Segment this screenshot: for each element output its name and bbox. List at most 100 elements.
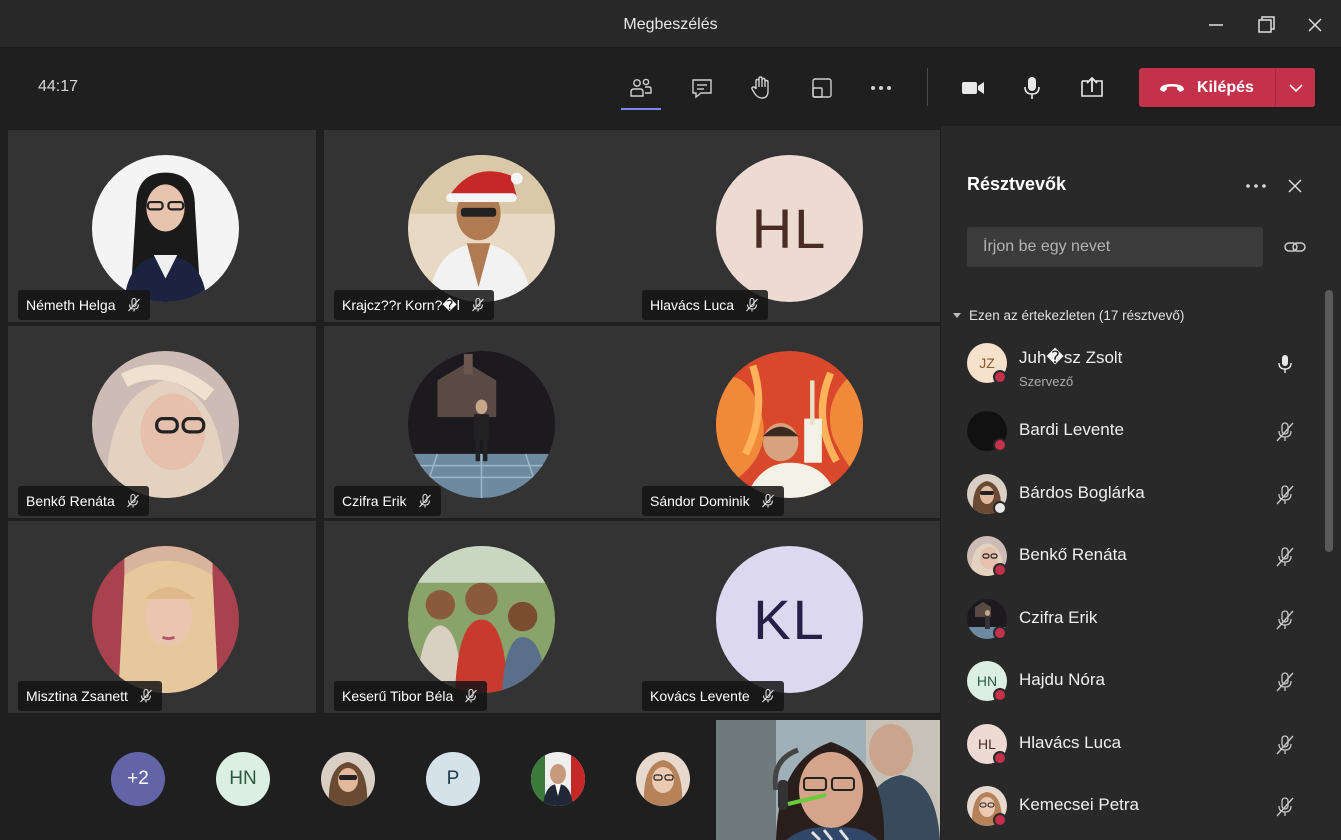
restore-icon [1258, 16, 1275, 33]
participant-tile[interactable]: Misztina Zsanett [8, 521, 316, 713]
hand-icon [751, 76, 769, 99]
participant-tile[interactable]: Krajcz??r Korn?�l [324, 130, 632, 322]
status-badge [993, 438, 1007, 452]
participant-role: Szervező [1019, 374, 1074, 389]
show-participants-button[interactable] [621, 72, 661, 110]
participant-row[interactable]: Benkő Renáta [967, 529, 1307, 579]
participant-photo [92, 155, 239, 302]
window-title: Megbeszélés [623, 16, 718, 33]
camera-button[interactable] [957, 72, 989, 104]
raise-hand-button[interactable] [745, 72, 777, 104]
panel-close-button[interactable] [1286, 177, 1304, 195]
leave-label: Kilépés [1197, 78, 1254, 96]
participant-tile[interactable]: Keserű Tibor Béla [324, 521, 632, 713]
participant-name: Hajdu Nóra [1019, 670, 1105, 689]
participant-name: Benkő Renáta [1019, 545, 1127, 564]
participant-tile[interactable]: KL Kovács Levente [632, 521, 940, 713]
mic-status [1273, 483, 1297, 507]
toolbar-divider [927, 68, 928, 106]
participant-name: Hlavács Luca [650, 297, 735, 313]
show-chat-button[interactable] [686, 72, 718, 104]
participant-row[interactable]: JZ Juh�sz Zsolt Szervező [967, 336, 1307, 389]
participant-tile[interactable]: Czifra Erik [324, 326, 632, 518]
meeting-toolbar: 44:17 Kilépés [0, 48, 1341, 126]
participant-row[interactable]: Bárdos Boglárka [967, 467, 1307, 517]
self-video-preview[interactable] [716, 720, 940, 840]
mic-off-icon [1276, 547, 1294, 567]
participant-avatar [967, 786, 1007, 827]
rooms-button[interactable] [806, 72, 838, 104]
video-grid: Németh Helga Krajcz??r Korn?�l HL Hlavác… [6, 128, 940, 718]
leave-button[interactable]: Kilépés [1139, 68, 1275, 107]
microphone-icon [1278, 355, 1292, 373]
participant-avatar-photo[interactable] [321, 752, 375, 806]
overflow-participants-row: +2 HN P [0, 718, 940, 840]
panel-title: Résztvevők [967, 174, 1067, 194]
participant-row[interactable]: Kemecsei Petra [967, 779, 1307, 829]
participant-name: Czifra Erik [1019, 608, 1098, 627]
participant-avatar-p[interactable]: P [426, 752, 480, 806]
participant-tile[interactable]: Sándor Dominik [632, 326, 940, 518]
participant-row[interactable]: HL Hlavács Luca [967, 717, 1307, 767]
status-badge [993, 501, 1007, 515]
mic-off-icon [126, 493, 139, 508]
participant-search-input[interactable] [967, 227, 1263, 267]
panel-more-options-button[interactable] [1244, 176, 1268, 196]
participant-avatar-photo[interactable] [531, 752, 585, 806]
participant-row[interactable]: Czifra Erik [967, 592, 1307, 642]
maximize-button[interactable] [1253, 12, 1279, 38]
close-icon [1308, 18, 1322, 32]
mic-off-icon [1276, 422, 1294, 442]
participant-name: Kemecsei Petra [1019, 795, 1139, 814]
participant-name: Bardi Levente [1019, 420, 1124, 439]
mic-off-icon [761, 688, 774, 703]
participant-row[interactable]: HN Hajdu Nóra [967, 654, 1307, 704]
overflow-count-button[interactable]: +2 [111, 752, 165, 806]
participant-avatar: JZ [967, 343, 1007, 384]
participant-avatar [967, 411, 1007, 452]
section-label: Ezen az értekezleten (17 résztvevő) [969, 308, 1185, 323]
participant-tile[interactable]: HL Hlavács Luca [632, 130, 940, 322]
mic-off-icon [465, 688, 478, 703]
participant-tile[interactable]: Németh Helga [8, 130, 316, 322]
microphone-button[interactable] [1016, 72, 1048, 104]
mic-off-icon [1276, 485, 1294, 505]
panel-scrollbar[interactable] [1325, 290, 1333, 552]
chevron-down-icon [1288, 83, 1303, 92]
participant-name: Czifra Erik [342, 493, 407, 509]
mic-status [1273, 545, 1297, 569]
share-screen-icon [1081, 76, 1103, 97]
participant-nametag: Hlavács Luca [642, 290, 769, 320]
participant-avatar-hn[interactable]: HN [216, 752, 270, 806]
mic-off-icon [471, 297, 484, 312]
share-invite-button[interactable] [1283, 236, 1307, 258]
video-camera-icon [962, 82, 984, 94]
mic-status [1273, 670, 1297, 694]
close-icon [1288, 179, 1302, 193]
minimize-icon [1209, 24, 1223, 26]
hang-up-icon [1160, 83, 1184, 92]
participant-name: Sándor Dominik [650, 493, 750, 509]
participant-nametag: Benkő Renáta [18, 486, 149, 516]
participant-avatar-photo[interactable] [636, 752, 690, 806]
chat-icon [692, 79, 712, 99]
participant-avatar: HL [967, 724, 1007, 765]
mic-status [1273, 352, 1297, 376]
participants-section-header[interactable]: Ezen az értekezleten (17 résztvevő) [953, 308, 1184, 323]
participant-tile[interactable]: Benkő Renáta [8, 326, 316, 518]
more-actions-button[interactable] [865, 72, 897, 104]
participant-nametag: Sándor Dominik [642, 486, 784, 516]
close-window-button[interactable] [1302, 12, 1328, 38]
share-content-button[interactable] [1076, 72, 1108, 104]
participant-row[interactable]: Bardi Levente [967, 404, 1307, 454]
participant-name: Juh�sz Zsolt [1019, 348, 1123, 367]
mic-status [1273, 733, 1297, 757]
status-badge [993, 688, 1007, 702]
leave-options-dropdown[interactable] [1276, 68, 1315, 107]
participant-name: Bárdos Boglárka [1019, 483, 1145, 502]
participant-name: Kovács Levente [650, 688, 750, 704]
status-badge [993, 813, 1007, 827]
participant-photo [92, 351, 239, 498]
participant-nametag: Kovács Levente [642, 681, 784, 711]
minimize-button[interactable] [1203, 12, 1229, 38]
